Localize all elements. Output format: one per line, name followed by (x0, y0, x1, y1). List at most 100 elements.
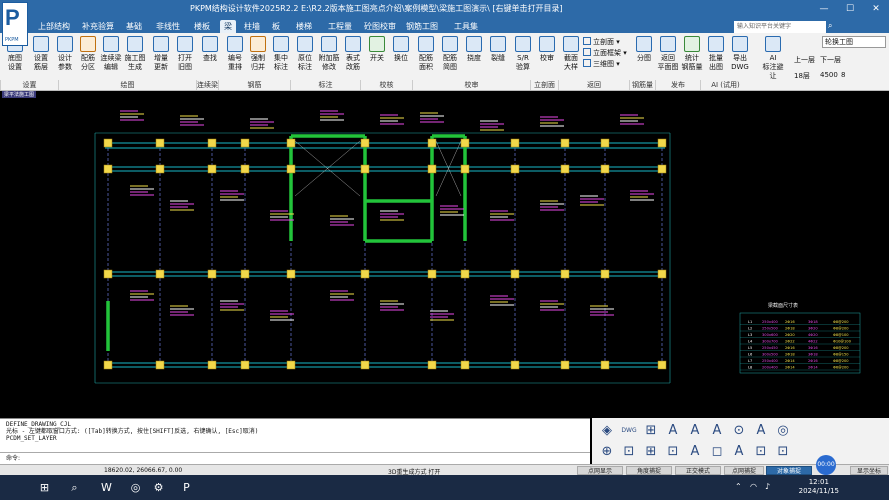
maximize-button[interactable]: ☐ (837, 0, 863, 18)
down-floor-button[interactable]: 下一层 (820, 55, 841, 65)
drawing-canvas[interactable]: 梁平法施工图 L1 250x400 2Φ16 3Φ18 Φ8@200 L2 25… (0, 91, 889, 418)
taskbar-app-icon-0[interactable]: ⊞ (36, 479, 53, 496)
small-ribbon-button-1[interactable]: 立面框架 ▾ (583, 48, 627, 58)
column (657, 360, 667, 370)
tool-palette-icon[interactable]: ⊕ (598, 443, 616, 461)
tab-7[interactable]: 板 (268, 20, 284, 33)
logo-sub: PKPM (5, 37, 19, 43)
taskbar-app-icon-4[interactable]: ⚙ (150, 479, 167, 496)
command-input[interactable]: 命令: (0, 452, 590, 463)
status-toggle-2[interactable]: 正交模式 (675, 466, 721, 475)
ribbon-tool-icon (153, 36, 169, 52)
tool-palette-icon[interactable]: A (752, 422, 770, 440)
ribbon-button-7[interactable]: 打开 旧图 (172, 36, 198, 72)
ribbon-button-20[interactable]: 裂缝 (485, 36, 511, 63)
ribbon-button-4[interactable]: 连续梁 编辑 (98, 36, 124, 72)
ribbon-button-21[interactable]: S/R 验算 (510, 36, 536, 72)
tool-palette-icon[interactable]: ⊡ (620, 443, 638, 461)
ribbon-button-1[interactable]: 设置 筋层 (28, 36, 54, 72)
ribbon-button-29[interactable]: AI 标注避让 (760, 36, 786, 81)
tool-palette-icon[interactable]: ⊡ (664, 443, 682, 461)
network-icon[interactable]: ◠ (750, 482, 757, 491)
tab-9[interactable]: 工程量 (324, 20, 356, 33)
ribbon-button-8[interactable]: 查找 (197, 36, 223, 63)
search-icon[interactable]: ⌕ (828, 21, 840, 33)
ribbon-button-6[interactable]: 增量 更新 (148, 36, 174, 72)
tool-palette-icon[interactable]: A (686, 422, 704, 440)
ribbon-button-16[interactable]: 换位 (388, 36, 414, 63)
search-input[interactable]: 输入知识平台关键字 (734, 21, 826, 33)
close-button[interactable]: ✕ (863, 0, 889, 18)
tool-palette-icon[interactable]: A (686, 443, 704, 461)
tool-palette-icon[interactable]: ⊡ (752, 443, 770, 461)
status-toggle-1[interactable]: 角度捕捉 (626, 466, 672, 475)
column (286, 138, 296, 148)
taskbar-app-icon-3[interactable]: ◎ (127, 479, 144, 496)
tab-11[interactable]: 钢筋工图 (402, 20, 442, 33)
volume-icon[interactable]: ♪ (765, 482, 770, 491)
tab-10[interactable]: 砼图校审 (360, 20, 400, 33)
tool-palette-icon[interactable]: A (708, 422, 726, 440)
ribbon-button-22[interactable]: 校审 (534, 36, 560, 63)
tool-palette-icon[interactable]: ⊙ (730, 422, 748, 440)
tab-4[interactable]: 楼板 (190, 20, 214, 33)
tool-palette-icon[interactable]: ⊡ (774, 443, 792, 461)
ribbon-button-17[interactable]: 配筋 面积 (413, 36, 439, 72)
column (155, 138, 165, 148)
taskbar-app-icon-2[interactable]: W (98, 479, 115, 496)
ribbon-button-18[interactable]: 配筋 简图 (437, 36, 463, 72)
status-toggle-3[interactable]: 点网捕捉 (724, 466, 764, 475)
taskbar-app-icon-1[interactable]: ⌕ (66, 479, 83, 496)
legend-cell: L7 (748, 359, 752, 363)
small-ribbon-button-2[interactable]: 三维图 ▾ (583, 59, 620, 69)
clock[interactable]: 12:01 2024/11/15 (799, 478, 839, 496)
tool-palette-icon[interactable]: ◻ (708, 443, 726, 461)
ribbon-button-24[interactable]: 分图 (631, 36, 657, 63)
status-toggle-0[interactable]: 点网显示 (577, 466, 623, 475)
taskbar-app-icon-5[interactable]: P (178, 479, 195, 496)
ribbon: 轮换工图 上一层 下一层 18层 4500 8 底图 设置 设置 筋层 设计 参数 配筋 分区… (0, 33, 889, 91)
ribbon-button-5[interactable]: 施工图 生成 (122, 36, 148, 72)
ribbon-button-12[interactable]: 原位 标注 (292, 36, 318, 72)
ribbon-button-11[interactable]: 集中 标注 (268, 36, 294, 72)
ribbon-button-13[interactable]: 附加筋 修改 (316, 36, 342, 72)
ribbon-button-14[interactable]: 表式 改筋 (340, 36, 366, 72)
tool-palette-icon[interactable]: ⊞ (642, 422, 660, 440)
tab-12[interactable]: 工具集 (450, 20, 482, 33)
ribbon-button-15[interactable]: 开关 (364, 36, 390, 63)
tab-8[interactable]: 楼梯 (292, 20, 316, 33)
tab-2[interactable]: 基础 (122, 20, 146, 33)
column (207, 360, 217, 370)
small-ribbon-button-0[interactable]: 立剖面 ▾ (583, 37, 620, 47)
ribbon-button-28[interactable]: 导出 DWG (727, 36, 753, 72)
floor-select[interactable]: 轮换工图 (822, 36, 886, 48)
ribbon-button-label: 统计 (685, 54, 699, 62)
tab-0[interactable]: 上部结构 (34, 20, 74, 33)
logo-letter: P (5, 5, 20, 30)
minimize-button[interactable]: — (811, 0, 837, 18)
ribbon-button-26[interactable]: 统计 钢筋量 (679, 36, 705, 72)
ribbon-button-25[interactable]: 返回 平面图 (655, 36, 681, 72)
tray-chevron-icon[interactable]: ⌃ (735, 482, 742, 491)
status-toggle-5[interactable]: 显示坐标 (850, 466, 888, 475)
recording-badge[interactable]: 00:00 (816, 455, 836, 475)
tool-palette-icon[interactable]: A (664, 422, 682, 440)
tool-palette-icon[interactable]: ◎ (774, 422, 792, 440)
tab-1[interactable]: 补充验算 (78, 20, 118, 33)
up-floor-button[interactable]: 上一层 (794, 55, 815, 65)
tool-palette-icon[interactable]: ⊞ (642, 443, 660, 461)
tool-palette-icon[interactable]: A (730, 443, 748, 461)
small-button-icon (583, 59, 591, 67)
status-toggle-4[interactable]: 对象捕捉 (766, 466, 812, 475)
ribbon-tool-icon (466, 36, 482, 52)
tool-palette-icon[interactable]: ◈ (598, 422, 616, 440)
ribbon-button-label: 标注 (298, 63, 312, 71)
tab-5[interactable]: 梁 (220, 20, 236, 33)
ribbon-button-27[interactable]: 批量 出图 (703, 36, 729, 72)
ribbon-button-19[interactable]: 挠度 (461, 36, 487, 63)
ribbon-button-label: 开关 (370, 54, 384, 62)
tab-3[interactable]: 非线性 (152, 20, 184, 33)
tool-palette-icon[interactable]: DWG (620, 422, 638, 440)
ribbon-button-23[interactable]: 截面 大样 (558, 36, 584, 72)
tab-6[interactable]: 柱墙 (240, 20, 264, 33)
